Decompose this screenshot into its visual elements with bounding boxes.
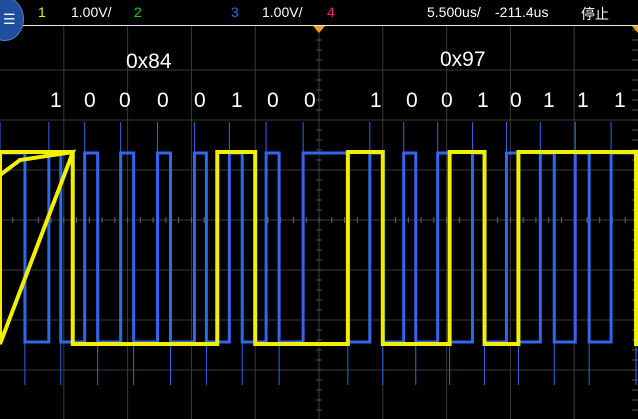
decoded-bit: 1 [614,89,626,112]
decoded-bit: 1 [231,89,243,112]
decoded-bit: 1 [370,89,382,112]
status-bar: 1 1.00V/ 2 3 1.00V/ 4 5.500us/ -211.4us … [0,0,638,26]
decoded-bit: 0 [304,89,316,112]
decoded-bit: 0 [119,89,131,112]
decode-label-0: 0x84 [126,50,172,73]
decoded-bit: 0 [157,89,169,112]
delay[interactable]: -211.4us [495,4,548,20]
ch3-scale[interactable]: 1.00V/ [262,4,302,20]
decoded-bit: 0 [267,89,279,112]
decoded-bit: 0 [510,89,522,112]
ch1-label[interactable]: 1 [38,4,46,20]
run-state[interactable]: 停止 [581,4,609,24]
scope-display [0,26,638,419]
graticule [0,26,638,419]
menu-icon: ☰ [3,11,16,27]
decoded-bit: 1 [577,89,589,112]
decoded-bit: 0 [406,89,418,112]
ch1-scale[interactable]: 1.00V/ [71,4,111,20]
decoded-bit: 1 [543,89,555,112]
decoded-bit: 0 [194,89,206,112]
ch2-label[interactable]: 2 [134,4,142,20]
trigger-position-marker[interactable] [313,26,325,33]
decoded-bit: 1 [50,89,62,112]
decode-label-1: 0x97 [440,48,486,71]
decoded-bit: 1 [477,89,489,112]
ch3-label[interactable]: 3 [231,4,239,20]
timebase[interactable]: 5.500us/ [427,4,481,20]
ch4-label[interactable]: 4 [327,4,335,20]
decoded-bit: 0 [441,89,453,112]
decoded-bit: 0 [84,89,96,112]
